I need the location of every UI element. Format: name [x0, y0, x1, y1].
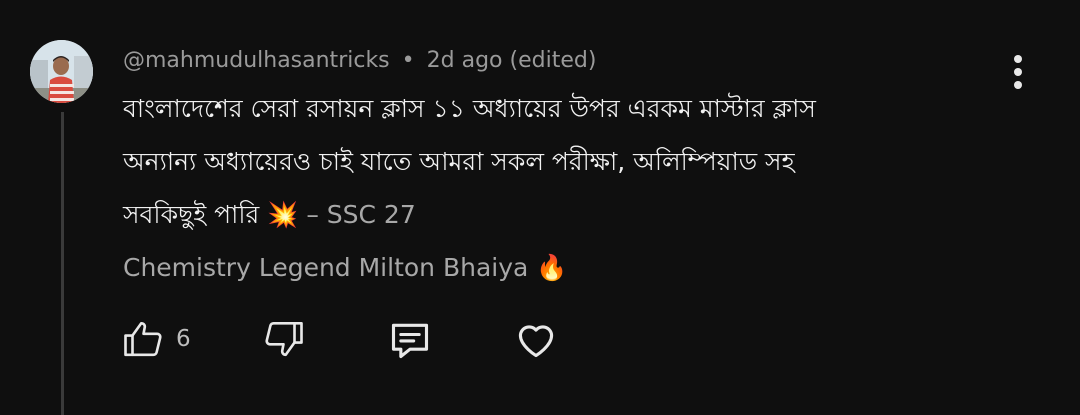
- comment-text-line: অন্যান্য অধ্যায়েরও চাই যাতে আমরা সকল পর…: [123, 147, 795, 176]
- like-button[interactable]: 6: [122, 318, 191, 360]
- avatar-image: [30, 40, 93, 103]
- comment-text-line: বাংলাদেশের সেরা রসায়ন ক্লাস ১১ অধ্যায়ে…: [123, 94, 816, 123]
- comment-text-line: Chemistry Legend Milton Bhaiya 🔥: [123, 253, 568, 282]
- thumbs-up-icon: [124, 321, 162, 357]
- author-handle[interactable]: @mahmudulhasantricks: [123, 48, 390, 73]
- comment-icon: [391, 323, 429, 359]
- comment-meta: @mahmudulhasantricks • 2d ago (edited): [123, 44, 596, 78]
- comment-text: সবকিছুই পারি 💥: [123, 200, 299, 229]
- comment-text-line: সবকিছুই পারি 💥 – SSC 27: [123, 188, 1043, 241]
- comment-thread: @mahmudulhasantricks • 2d ago (edited) বাং…: [0, 0, 1080, 415]
- reply-button[interactable]: [388, 318, 432, 362]
- comment-body: বাংলাদেশের সেরা রসায়ন ক্লাস ১১ অধ্যায়ে…: [123, 82, 1043, 294]
- more-vert-icon: [1014, 55, 1022, 63]
- thumbs-down-icon: [265, 321, 303, 357]
- comment-signature: – SSC 27: [298, 200, 416, 229]
- dislike-button[interactable]: [263, 318, 305, 360]
- like-count: 6: [176, 326, 191, 352]
- heart-button[interactable]: [514, 318, 558, 362]
- comment-timestamp: 2d ago (edited): [426, 48, 597, 73]
- meta-separator: •: [401, 48, 415, 73]
- thread-line: [61, 112, 64, 415]
- more-vert-icon-dot: [1014, 68, 1022, 76]
- heart-icon: [518, 325, 554, 358]
- avatar[interactable]: [30, 40, 93, 103]
